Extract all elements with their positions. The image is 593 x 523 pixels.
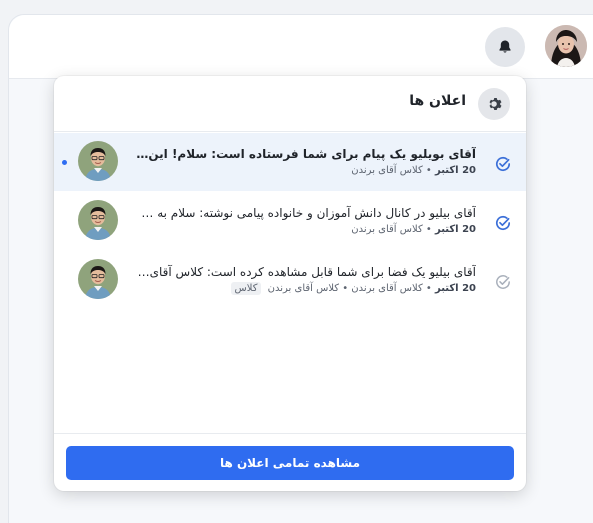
notification-title: آقای بیلیو در کانال دانش آموزان و خانواد…: [136, 206, 476, 220]
notification-item[interactable]: آقای بیلیو یک فضا برای شما قابل مشاهده ک…: [54, 251, 526, 309]
notification-date: 20 اکتبر: [434, 283, 476, 294]
notification-settings-button[interactable]: [478, 88, 510, 120]
notification-title: آقای بیلیو یک فضا برای شما قابل مشاهده ک…: [136, 265, 476, 279]
mark-read-icon[interactable]: [494, 214, 512, 232]
sender-avatar: [78, 141, 118, 181]
notification-date: 20 اکتبر: [434, 165, 476, 176]
notification-meta: 20 اکتبر • کلاس آقای برندن: [136, 223, 476, 236]
top-bar: [9, 15, 593, 79]
view-all-notifications-button[interactable]: مشاهده تمامی اعلان ها: [66, 446, 514, 480]
notification-text: آقای بویلیو یک پیام برای شما فرستاده است…: [136, 146, 476, 177]
notification-meta: 20 اکتبر • کلاس آقای برندن: [136, 164, 476, 177]
mark-read-icon[interactable]: [494, 155, 512, 173]
notification-text: آقای بیلیو یک فضا برای شما قابل مشاهده ک…: [136, 264, 476, 295]
class-chip: کلاس: [230, 282, 262, 295]
sender-avatar-image: [78, 200, 118, 240]
notifications-button[interactable]: [485, 27, 525, 67]
notification-date: 20 اکتبر: [434, 224, 476, 235]
sender-avatar: [78, 200, 118, 240]
notification-item[interactable]: آقای بیلیو در کانال دانش آموزان و خانواد…: [54, 192, 526, 250]
sender-avatar: [78, 259, 118, 299]
notification-title: آقای بویلیو یک پیام برای شما فرستاده است…: [136, 147, 476, 161]
notification-source: • کلاس آقای برندن: [351, 165, 435, 176]
notification-source: • کلاس آقای برندن • کلاس آقای برندن: [267, 283, 435, 294]
notifications-dropdown: اعلان ها آقای بویلیو یک پیام برای شما فر…: [54, 76, 526, 491]
user-avatar[interactable]: [545, 25, 587, 67]
notifications-header: اعلان ها: [54, 76, 526, 132]
user-avatar-image: [545, 25, 587, 67]
sender-avatar-image: [78, 259, 118, 299]
mark-read-icon[interactable]: [494, 273, 512, 291]
bell-icon: [499, 40, 511, 53]
notification-item[interactable]: آقای بویلیو یک پیام برای شما فرستاده است…: [54, 133, 526, 191]
sender-avatar-image: [78, 141, 118, 181]
gear-icon: [489, 98, 502, 110]
notification-meta: 20 اکتبر • کلاس آقای برندن • کلاس آقای ب…: [136, 282, 476, 295]
notifications-footer: مشاهده تمامی اعلان ها: [54, 433, 526, 491]
notifications-title: اعلان ها: [409, 93, 466, 109]
notification-text: آقای بیلیو در کانال دانش آموزان و خانواد…: [136, 205, 476, 236]
unread-dot: [62, 160, 67, 165]
notification-source: • کلاس آقای برندن: [351, 224, 435, 235]
